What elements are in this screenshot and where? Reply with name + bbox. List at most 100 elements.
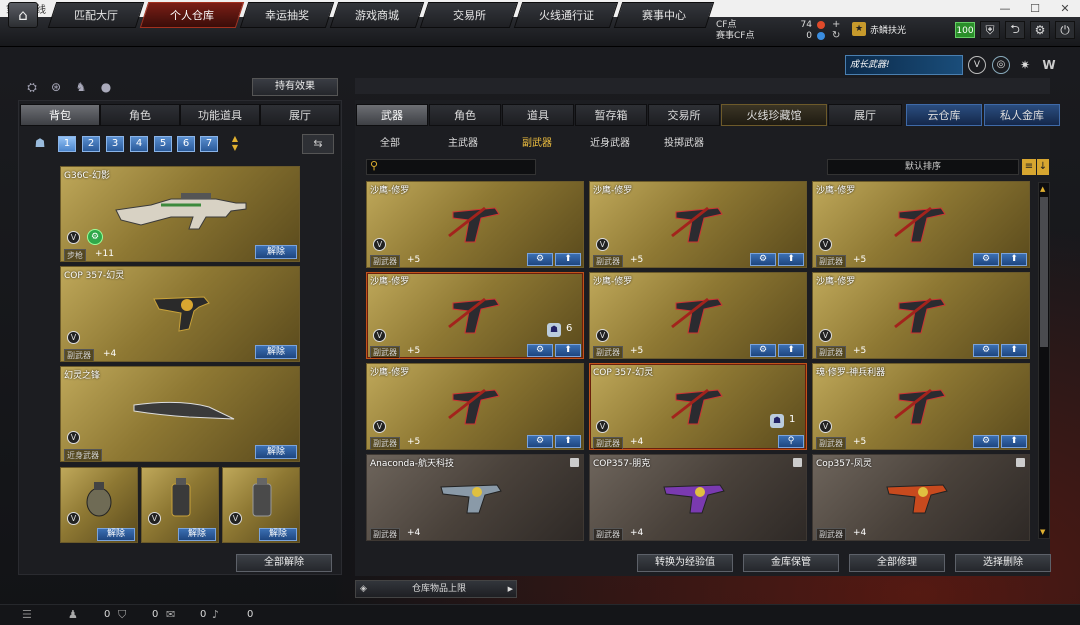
tab-showroom-left[interactable]: 展厅 <box>260 104 340 126</box>
unequip-button[interactable]: 解除 <box>255 445 297 459</box>
modify-button[interactable]: ⚙ <box>973 435 999 448</box>
nav-tab-warehouse[interactable]: 个人仓库 <box>139 2 245 28</box>
nav-tab-lottery[interactable]: 幸运抽奖 <box>239 2 335 28</box>
nav-tab-lobby[interactable]: 匹配大厅 <box>47 2 145 28</box>
equip-button[interactable]: ⬆ <box>555 253 581 266</box>
nav-tab-events[interactable]: 赛事中心 <box>613 2 715 28</box>
warehouse-item-card[interactable]: 沙鹰-修罗 V 副武器 +5 ⚙ ⬆ <box>589 181 807 268</box>
list-view-icon[interactable]: ≡ <box>1022 159 1036 175</box>
slot-5[interactable]: 5 <box>154 136 172 152</box>
warehouse-item-card[interactable]: Anaconda-航天科技 副武器 +4 <box>366 454 584 541</box>
warehouse-item-card[interactable]: 沙鹰-修罗 V 副武器 +5 ⚙ ⬆ <box>589 272 807 359</box>
equipped-throwable-1[interactable]: V 解除 <box>60 467 138 543</box>
release-all-button[interactable]: 全部解除 <box>236 554 332 572</box>
unequip-button[interactable]: 解除 <box>97 528 135 541</box>
capacity-bar[interactable]: ◈ 仓库物品上限 ▶ <box>355 580 517 598</box>
filter-melee[interactable]: 近身武器 <box>590 134 630 149</box>
filter-primary[interactable]: 主武器 <box>448 134 478 149</box>
filter-secondary[interactable]: 副武器 <box>522 134 552 149</box>
close-icon[interactable]: ✕ <box>1050 0 1080 17</box>
tab-exchange[interactable]: 交易所 <box>648 104 720 126</box>
scroll-thumb[interactable] <box>1040 197 1048 347</box>
inspect-button[interactable]: ⚲ <box>778 435 804 448</box>
slot-1[interactable]: 1 <box>58 136 76 152</box>
search-input[interactable] <box>366 159 536 175</box>
slot-3[interactable]: 3 <box>106 136 124 152</box>
modify-button[interactable]: ⚙ <box>750 344 776 357</box>
grenade-icon[interactable]: ● <box>98 79 114 95</box>
unequip-button[interactable]: 解除 <box>255 245 297 259</box>
modify-button[interactable]: ⚙ <box>973 344 999 357</box>
equip-button[interactable]: ⬆ <box>1001 253 1027 266</box>
warehouse-item-card[interactable]: 魂·修罗-神兵利器 V 副武器 +5 ⚙ ⬆ <box>812 363 1030 450</box>
equipped-primary[interactable]: G36C-幻影 V ⚙ 步枪 +11 解除 <box>60 166 300 262</box>
tab-character[interactable]: 角色 <box>100 104 180 126</box>
filter-throwable[interactable]: 投掷武器 <box>664 134 704 149</box>
equipped-melee[interactable]: 幻灵之锋 V 近身武器 解除 <box>60 366 300 462</box>
w-logo-icon[interactable]: W <box>1040 56 1058 74</box>
warehouse-item-card[interactable]: 沙鹰-修罗 V 副武器 +5 ⚙ ⬆ <box>812 181 1030 268</box>
modify-button[interactable]: ⚙ <box>973 253 999 266</box>
gear-icon[interactable]: ⚙ <box>1030 21 1050 39</box>
tab-cloud-storage[interactable]: 云仓库 <box>906 104 982 126</box>
tab-showroom[interactable]: 展厅 <box>828 104 902 126</box>
growth-weapon-banner[interactable]: 成长武器! <box>845 55 963 75</box>
refresh-icon[interactable]: ↻ <box>832 30 840 41</box>
slot-2[interactable]: 2 <box>82 136 100 152</box>
nav-tab-exchange[interactable]: 交易所 <box>419 2 519 28</box>
scroll-down-icon[interactable]: ▼ <box>1040 528 1048 536</box>
add-cf-icon[interactable]: + <box>832 19 840 30</box>
warehouse-item-card[interactable]: 沙鹰-修罗 V 副武器 +5 ☗ 6 ⚙ ⬆ <box>366 272 584 359</box>
menu-icon[interactable]: ☰ <box>22 608 32 621</box>
target-icon[interactable]: ⊛ <box>48 79 64 95</box>
repair-all-button[interactable]: 全部修理 <box>849 554 945 572</box>
equip-button[interactable]: ⬆ <box>1001 344 1027 357</box>
nav-tab-shop[interactable]: 游戏商城 <box>329 2 425 28</box>
warehouse-item-card[interactable]: 沙鹰-修罗 V 副武器 +5 ⚙ ⬆ <box>366 363 584 450</box>
slot-4[interactable]: 4 <box>130 136 148 152</box>
equip-button[interactable]: ⬆ <box>1001 435 1027 448</box>
unequip-button[interactable]: 解除 <box>255 345 297 359</box>
equipped-throwable-3[interactable]: V 解除 <box>222 467 300 543</box>
minimize-icon[interactable]: — <box>990 0 1020 17</box>
power-icon[interactable]: ⏻ <box>1055 21 1075 39</box>
warehouse-item-card[interactable]: 沙鹰-修罗 V 副武器 +5 ⚙ ⬆ <box>366 181 584 268</box>
equip-button[interactable]: ⬆ <box>778 253 804 266</box>
tab-temp-box[interactable]: 暂存箱 <box>575 104 647 126</box>
warehouse-item-card[interactable]: COP357-朋克 副武器 +4 <box>589 454 807 541</box>
filter-all[interactable]: 全部 <box>380 134 400 149</box>
slot-stepper-icon[interactable]: ▲ ▼ <box>228 134 242 154</box>
tab-private-vault[interactable]: 私人金库 <box>984 104 1060 126</box>
tab-function-items[interactable]: 功能道具 <box>180 104 260 126</box>
vault-keep-button[interactable]: 金库保管 <box>743 554 839 572</box>
tab-items[interactable]: 道具 <box>502 104 574 126</box>
scrollbar[interactable]: ▲ ▼ <box>1038 182 1050 539</box>
warehouse-item-card[interactable]: 沙鹰-修罗 V 副武器 +5 ⚙ ⬆ <box>812 272 1030 359</box>
warehouse-item-card[interactable]: Cop357-凤灵 副武器 +4 <box>812 454 1030 541</box>
tab-roles[interactable]: 角色 <box>429 104 501 126</box>
figure-icon[interactable]: ♞ <box>73 79 89 95</box>
modify-button[interactable]: ⚙ <box>527 435 553 448</box>
equip-button[interactable]: ⬆ <box>555 344 581 357</box>
unequip-button[interactable]: 解除 <box>259 528 297 541</box>
shield-icon[interactable]: ⛨ <box>980 21 1000 39</box>
sort-direction-icon[interactable]: ↓ <box>1037 159 1049 175</box>
equip-button[interactable]: ⬆ <box>555 435 581 448</box>
modify-button[interactable]: ⚙ <box>527 344 553 357</box>
unequip-button[interactable]: 解除 <box>178 528 216 541</box>
equipped-secondary[interactable]: COP 357-幻灵 V 副武器 +4 解除 <box>60 266 300 362</box>
nav-tab-battlepass[interactable]: 火线通行证 <box>513 2 619 28</box>
slot-7[interactable]: 7 <box>200 136 218 152</box>
sort-select[interactable]: 默认排序 <box>827 159 1019 175</box>
tab-collection[interactable]: 火线珍藏馆 <box>721 104 827 126</box>
slot-6[interactable]: 6 <box>177 136 195 152</box>
tab-weapons[interactable]: 武器 <box>356 104 428 126</box>
exit-icon[interactable]: ⮌ <box>1005 21 1025 39</box>
home-button[interactable]: ⌂ <box>8 2 38 28</box>
equipped-throwable-2[interactable]: V 解除 <box>141 467 219 543</box>
select-delete-button[interactable]: 选择删除 <box>955 554 1051 572</box>
tools-icon[interactable]: ✷ <box>1016 56 1034 74</box>
convert-exp-button[interactable]: 转换为经验值 <box>637 554 733 572</box>
globe-icon[interactable]: ◎ <box>992 56 1010 74</box>
modify-button[interactable]: ⚙ <box>527 253 553 266</box>
